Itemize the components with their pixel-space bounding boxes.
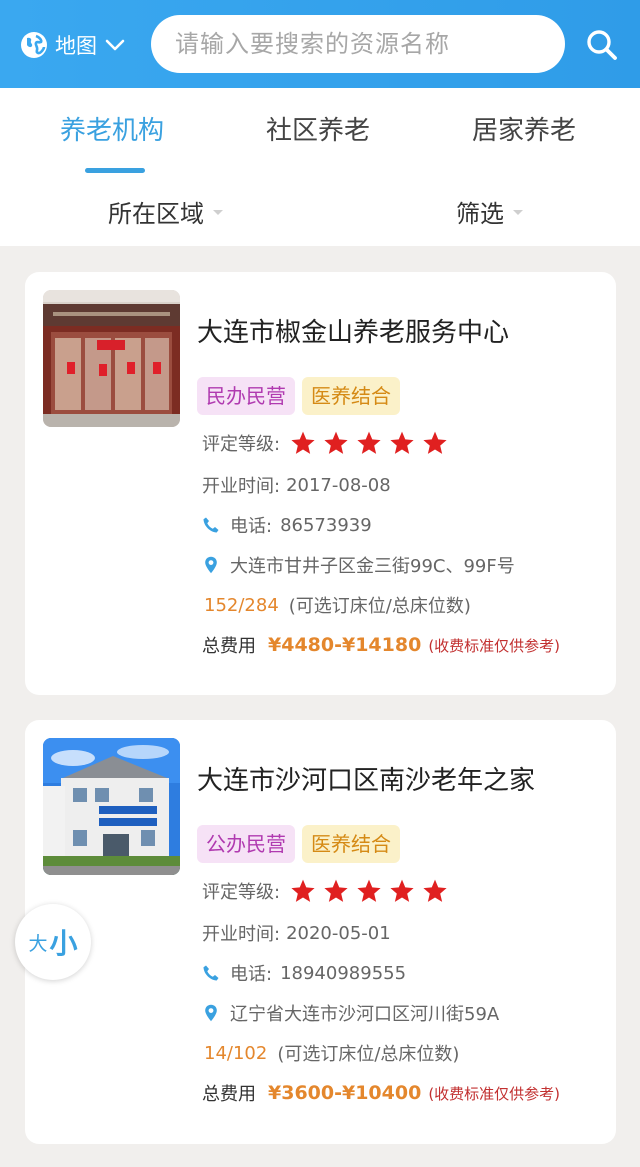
address-row: 大连市甘井子区金三街99C、99F号 (202, 552, 515, 578)
fee-row: 总费用 ¥3600-¥10400 (收费标准仅供参考) (202, 1080, 560, 1106)
phone-number[interactable]: 18940989555 (280, 963, 406, 984)
fee-note: (收费标准仅供参考) (428, 1084, 561, 1103)
location-pin-icon (205, 1004, 217, 1022)
star-icon (390, 431, 414, 454)
opening-label: 开业时间: (202, 924, 281, 945)
opening-date: 2020-05-01 (286, 922, 391, 944)
font-size-large-label: 大 (28, 932, 48, 955)
institution-photo (43, 738, 180, 875)
search-input[interactable] (175, 30, 555, 58)
fee-label: 总费用 (202, 1084, 256, 1105)
filter-dropdown[interactable]: 筛选 (456, 194, 523, 229)
tabs-bar: 养老机构 社区养老 居家养老 所在区域 筛选 (0, 88, 640, 246)
rating-row: 评定等级: (202, 878, 455, 904)
rating-label: 评定等级: (202, 434, 281, 455)
star-icon (357, 879, 381, 902)
star-icon (324, 879, 348, 902)
phone-label: 电话: (230, 516, 273, 537)
tab-community-care[interactable]: 社区养老 (266, 110, 370, 147)
opening-date-row: 开业时间: 2020-05-01 (202, 920, 391, 946)
rating-label: 评定等级: (202, 882, 281, 903)
search-icon[interactable] (586, 29, 618, 61)
map-button[interactable]: 地图 (20, 28, 125, 62)
opening-date-row: 开业时间: 2017-08-08 (202, 472, 391, 498)
institution-photo (43, 290, 180, 427)
tab-elderly-institutions[interactable]: 养老机构 (60, 110, 164, 147)
phone-icon (203, 517, 219, 533)
globe-icon (21, 32, 47, 58)
phone-number[interactable]: 86573939 (280, 515, 372, 536)
medical-care-tag: 医养结合 (302, 377, 400, 415)
ownership-tag: 民办民营 (197, 377, 295, 415)
beds-row: 14/102 (可选订床位/总床位数) (202, 1040, 459, 1066)
phone-row[interactable]: 电话: 18940989555 (202, 960, 406, 986)
institution-card[interactable]: 大连市沙河口区南沙老年之家 公办民营 医养结合 评定等级: 开业时间: 2020… (25, 720, 616, 1144)
dropdown-arrow-icon (213, 210, 223, 215)
location-pin-icon (205, 556, 217, 574)
bed-note: (可选订床位/总床位数) (288, 596, 471, 617)
fee-label: 总费用 (202, 636, 256, 657)
phone-row[interactable]: 电话: 86573939 (202, 512, 372, 538)
institution-name: 大连市椒金山养老服务中心 (197, 318, 510, 348)
rating-stars (290, 878, 455, 904)
phone-icon (203, 965, 219, 981)
tab-home-care[interactable]: 居家养老 (472, 110, 576, 147)
chevron-down-icon (105, 39, 125, 51)
region-filter[interactable]: 所在区域 (108, 194, 223, 229)
fee-note: (收费标准仅供参考) (428, 636, 561, 655)
beds-row: 152/284 (可选订床位/总床位数) (202, 592, 471, 618)
tag-list: 公办民营 医养结合 (197, 825, 407, 863)
bed-note: (可选订床位/总床位数) (277, 1044, 460, 1065)
bed-count: 152/284 (204, 594, 279, 616)
fee-row: 总费用 ¥4480-¥14180 (收费标准仅供参考) (202, 632, 560, 658)
filter-label: 筛选 (456, 200, 504, 228)
dropdown-arrow-icon (513, 210, 523, 215)
star-icon (423, 431, 447, 454)
opening-label: 开业时间: (202, 476, 281, 497)
phone-label: 电话: (230, 964, 273, 985)
star-icon (390, 879, 414, 902)
address-row: 辽宁省大连市沙河口区河川街59A (202, 1000, 499, 1026)
star-icon (357, 431, 381, 454)
bed-count: 14/102 (204, 1042, 268, 1064)
address: 辽宁省大连市沙河口区河川街59A (230, 1004, 500, 1025)
star-icon (423, 879, 447, 902)
institution-card[interactable]: 大连市椒金山养老服务中心 民办民营 医养结合 评定等级: 开业时间: 2017-… (25, 272, 616, 695)
star-icon (291, 879, 315, 902)
font-size-toggle-button[interactable]: 大 小 (15, 904, 91, 980)
rating-stars (290, 430, 455, 456)
font-size-small-label: 小 (49, 927, 78, 960)
fee-range: ¥4480-¥14180 (268, 634, 422, 656)
active-tab-indicator (85, 168, 145, 173)
fee-range: ¥3600-¥10400 (268, 1082, 422, 1104)
region-filter-label: 所在区域 (108, 200, 204, 228)
search-box[interactable] (151, 15, 565, 73)
star-icon (291, 431, 315, 454)
map-label: 地图 (55, 34, 97, 58)
address: 大连市甘井子区金三街99C、99F号 (230, 556, 515, 577)
opening-date: 2017-08-08 (286, 474, 391, 496)
tag-list: 民办民营 医养结合 (197, 377, 407, 415)
ownership-tag: 公办民营 (197, 825, 295, 863)
star-icon (324, 431, 348, 454)
medical-care-tag: 医养结合 (302, 825, 400, 863)
institution-name: 大连市沙河口区南沙老年之家 (197, 766, 536, 796)
rating-row: 评定等级: (202, 430, 455, 456)
top-header: 地图 (0, 0, 640, 88)
